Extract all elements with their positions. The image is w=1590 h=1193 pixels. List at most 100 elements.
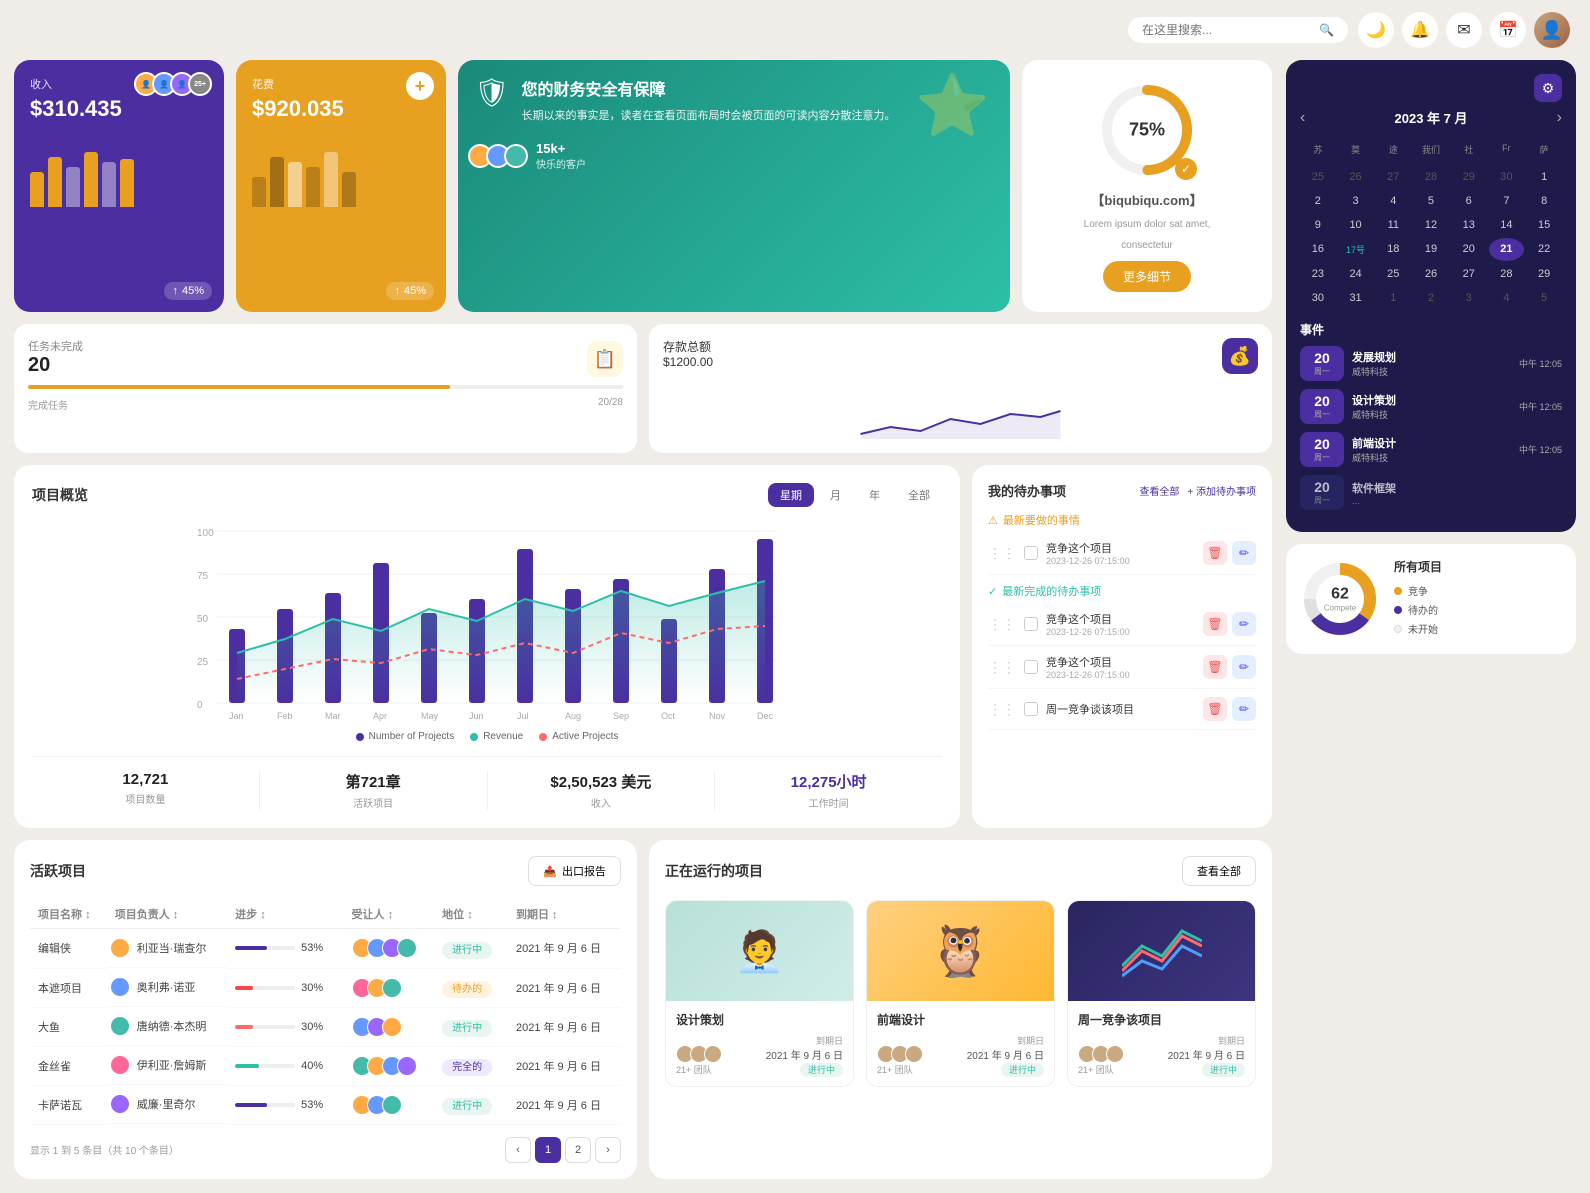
- cal-day[interactable]: 15: [1526, 214, 1562, 236]
- donut-legend-notstarted: 未开始: [1394, 621, 1562, 636]
- cal-day[interactable]: 7: [1489, 190, 1525, 212]
- lead-avatar: [109, 976, 131, 998]
- add-todo-link[interactable]: + 添加待办事项: [1187, 483, 1256, 498]
- project-lead: 伊利亚·詹姆斯: [107, 1046, 227, 1085]
- tasks-progress-fill: [28, 385, 450, 389]
- edit-todo-1[interactable]: ✏: [1232, 541, 1256, 565]
- event-info-3: 前端设计 威特科技: [1352, 435, 1511, 464]
- project-card-title-3: 周一竞争该项目: [1078, 1011, 1245, 1028]
- cal-day[interactable]: 29: [1526, 263, 1562, 285]
- todo-checkbox-2[interactable]: [1024, 617, 1038, 631]
- edit-todo-4[interactable]: ✏: [1232, 697, 1256, 721]
- next-month-button[interactable]: ›: [1557, 109, 1562, 127]
- cal-day[interactable]: 6: [1451, 190, 1487, 212]
- cal-day[interactable]: 16: [1300, 238, 1336, 261]
- edit-todo-3[interactable]: ✏: [1232, 655, 1256, 679]
- pagination[interactable]: ‹ 1 2 ›: [505, 1137, 621, 1163]
- tab-week[interactable]: 星期: [768, 483, 814, 507]
- cal-day[interactable]: 2: [1300, 190, 1336, 212]
- calendar-settings-button[interactable]: ⚙: [1534, 74, 1562, 102]
- cal-day[interactable]: 3: [1451, 287, 1487, 309]
- cal-day[interactable]: 5: [1526, 287, 1562, 309]
- svg-text:Sep: Sep: [613, 711, 629, 721]
- customers-label: 快乐的客户: [536, 156, 586, 171]
- cal-day[interactable]: 26: [1413, 263, 1449, 285]
- cal-day[interactable]: 18: [1375, 238, 1411, 261]
- search-box[interactable]: 🔍: [1128, 17, 1348, 43]
- user-avatar[interactable]: 👤: [1534, 12, 1570, 48]
- cal-day[interactable]: 3: [1338, 190, 1374, 212]
- cal-day[interactable]: 26: [1338, 166, 1374, 188]
- tasks-sub: 完成任务: [28, 397, 68, 412]
- todo-checkbox-4[interactable]: [1024, 702, 1038, 716]
- detail-button[interactable]: 更多细节: [1103, 261, 1191, 292]
- cal-day[interactable]: 28: [1489, 263, 1525, 285]
- prev-page-button[interactable]: ‹: [505, 1137, 531, 1163]
- cal-day[interactable]: 4: [1489, 287, 1525, 309]
- cal-day[interactable]: 30: [1489, 166, 1525, 188]
- chart-tabs[interactable]: 星期 月 年 全部: [768, 483, 942, 507]
- cal-day[interactable]: 30: [1300, 287, 1336, 309]
- next-page-button[interactable]: ›: [595, 1137, 621, 1163]
- view-all-todo-link[interactable]: 查看全部: [1139, 483, 1179, 498]
- tab-year[interactable]: 年: [857, 483, 892, 507]
- cal-day[interactable]: 14: [1489, 214, 1525, 236]
- cal-day[interactable]: 22: [1526, 238, 1562, 261]
- page-2-button[interactable]: 2: [565, 1137, 591, 1163]
- cal-day[interactable]: 1: [1375, 287, 1411, 309]
- todo-checkbox-3[interactable]: [1024, 660, 1038, 674]
- notifications-button[interactable]: 🔔: [1402, 12, 1438, 48]
- table-row: 大鱼 唐纳德·本杰明 30%: [30, 1007, 621, 1046]
- cal-day[interactable]: 29: [1451, 166, 1487, 188]
- view-all-running-button[interactable]: 查看全部: [1182, 856, 1256, 886]
- cal-day[interactable]: 2: [1413, 287, 1449, 309]
- project-avatars-3: [1078, 1045, 1124, 1063]
- cal-day[interactable]: 1: [1526, 166, 1562, 188]
- edit-todo-2[interactable]: ✏: [1232, 612, 1256, 636]
- delete-todo-1[interactable]: 🗑: [1203, 541, 1227, 565]
- prev-month-button[interactable]: ‹: [1300, 109, 1305, 127]
- project-avatars-1: [676, 1045, 722, 1063]
- export-button[interactable]: 📤 出口报告: [528, 856, 621, 886]
- urgent-section-label: ⚠ 最新要做的事情: [988, 512, 1256, 528]
- tab-all[interactable]: 全部: [896, 483, 942, 507]
- todo-item-3: ⋮⋮ 竞争这个项目 2023-12-26 07:15:00 🗑 ✏: [988, 646, 1256, 689]
- delete-todo-2[interactable]: 🗑: [1203, 612, 1227, 636]
- tab-month[interactable]: 月: [818, 483, 853, 507]
- cal-day[interactable]: 31: [1338, 287, 1374, 309]
- cal-day[interactable]: 17号: [1338, 238, 1374, 261]
- search-input[interactable]: [1142, 23, 1311, 37]
- calendar-button[interactable]: 📅: [1490, 12, 1526, 48]
- cal-day[interactable]: 4: [1375, 190, 1411, 212]
- cal-day[interactable]: 11: [1375, 214, 1411, 236]
- cal-day[interactable]: 10: [1338, 214, 1374, 236]
- cal-day[interactable]: 12: [1413, 214, 1449, 236]
- cal-day[interactable]: 24: [1338, 263, 1374, 285]
- cal-day[interactable]: 5: [1413, 190, 1449, 212]
- delete-todo-4[interactable]: 🗑: [1203, 697, 1227, 721]
- todo-checkbox-1[interactable]: [1024, 546, 1038, 560]
- cal-day[interactable]: 28: [1413, 166, 1449, 188]
- project-assignees: [344, 929, 435, 969]
- customers-count: 15k+: [536, 141, 586, 156]
- cal-day[interactable]: 23: [1300, 263, 1336, 285]
- cal-day[interactable]: 20: [1451, 238, 1487, 261]
- cal-day[interactable]: 25: [1300, 166, 1336, 188]
- delete-todo-3[interactable]: 🗑: [1203, 655, 1227, 679]
- cal-day[interactable]: 19: [1413, 238, 1449, 261]
- todo-text-4: 周一竞争谈该项目: [1046, 701, 1195, 717]
- cal-day[interactable]: 13: [1451, 214, 1487, 236]
- cal-day[interactable]: 27: [1375, 166, 1411, 188]
- page-1-button[interactable]: 1: [535, 1137, 561, 1163]
- cal-day-today[interactable]: 21: [1489, 238, 1525, 261]
- event-name-1: 发展规划: [1352, 349, 1511, 365]
- cal-day[interactable]: 25: [1375, 263, 1411, 285]
- add-expense-button[interactable]: +: [406, 72, 434, 100]
- mail-button[interactable]: ✉: [1446, 12, 1482, 48]
- dark-mode-button[interactable]: 🌙: [1358, 12, 1394, 48]
- cal-day[interactable]: 8: [1526, 190, 1562, 212]
- proj-av: [1106, 1045, 1124, 1063]
- cal-day[interactable]: 27: [1451, 263, 1487, 285]
- cal-day[interactable]: 9: [1300, 214, 1336, 236]
- calendar-days[interactable]: 25 26 27 28 29 30 1 2 3 4 5 6 7 8 9 10 1…: [1300, 166, 1562, 309]
